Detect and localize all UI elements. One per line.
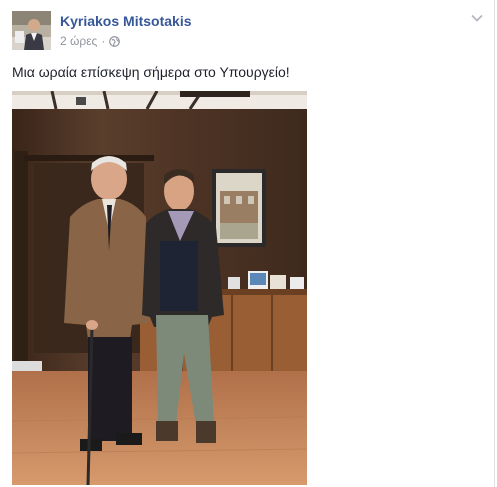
globe-icon[interactable] — [109, 35, 121, 47]
meta-separator: · — [101, 34, 106, 48]
post-meta: 2 ώρες · — [60, 34, 121, 48]
chevron-down-icon[interactable] — [470, 11, 484, 25]
author-name[interactable]: Kyriakos Mitsotakis — [60, 13, 192, 29]
avatar-image — [12, 11, 51, 50]
post-text: Μια ωραία επίσκεψη σήμερα στο Υπουργείο! — [12, 64, 290, 80]
photo-image — [12, 91, 307, 485]
post-photo[interactable] — [12, 91, 307, 485]
post-timestamp[interactable]: 2 ώρες — [60, 34, 97, 48]
post-card: Kyriakos Mitsotakis 2 ώρες · Μια ωραία ε… — [0, 0, 495, 487]
profile-avatar[interactable] — [12, 11, 51, 50]
